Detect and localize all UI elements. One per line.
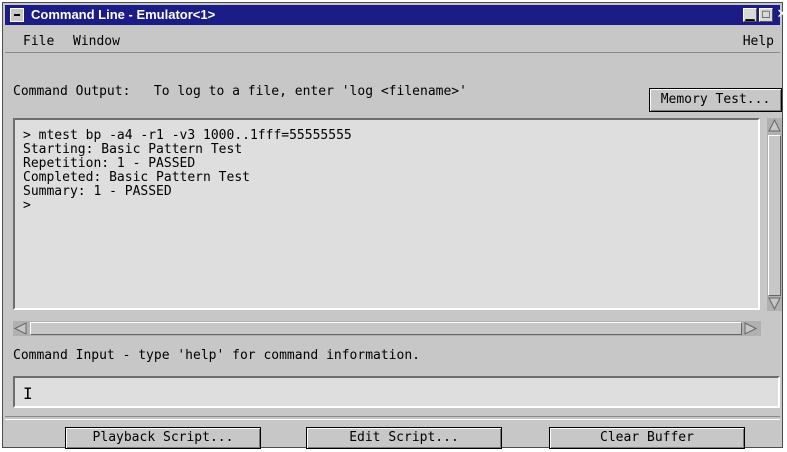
output-line: Summary: 1 - PASSED xyxy=(23,184,172,199)
output-vertical-scrollbar[interactable] xyxy=(767,118,782,311)
title-bar[interactable]: Command Line - Emulator<1> ▁ □ ✕ xyxy=(5,5,787,25)
output-line: > mtest bp -a4 -r1 -v3 1000..1fff=555555… xyxy=(23,128,352,143)
output-line: Completed: Basic Pattern Test xyxy=(23,170,250,185)
edit-script-button[interactable]: Edit Script... xyxy=(306,427,502,449)
horizontal-scroll-thumb[interactable] xyxy=(30,322,742,335)
text-cursor-icon: I xyxy=(23,384,33,403)
command-output-area[interactable]: > mtest bp -a4 -r1 -v3 1000..1fff=555555… xyxy=(13,118,760,310)
menu-window[interactable]: Window xyxy=(73,34,120,49)
scroll-left-arrow-icon[interactable] xyxy=(13,321,28,336)
command-input-field[interactable]: I xyxy=(13,376,780,408)
scroll-right-arrow-icon[interactable] xyxy=(743,321,758,336)
menu-help[interactable]: Help xyxy=(743,34,774,49)
close-icon[interactable]: ✕ xyxy=(775,7,787,22)
playback-script-button[interactable]: Playback Script... xyxy=(65,427,261,449)
window-title: Command Line - Emulator<1> xyxy=(31,7,216,22)
minimize-icon[interactable]: ▁ xyxy=(743,8,757,22)
scroll-up-arrow-icon[interactable] xyxy=(767,118,782,133)
command-line-window: Command Line - Emulator<1> ▁ □ ✕ File Wi… xyxy=(2,2,787,449)
clear-buffer-button[interactable]: Clear Buffer xyxy=(549,427,745,449)
command-output-label: Command Output: To log to a file, enter … xyxy=(13,84,467,99)
menu-bar: File Window Help xyxy=(5,27,780,53)
output-line: Repetition: 1 - PASSED xyxy=(23,156,196,171)
system-menu-icon[interactable] xyxy=(10,8,24,22)
maximize-icon[interactable]: □ xyxy=(759,8,773,22)
output-horizontal-scrollbar[interactable] xyxy=(13,321,761,336)
memory-test-button[interactable]: Memory Test... xyxy=(649,88,782,112)
output-line: Starting: Basic Pattern Test xyxy=(23,142,243,157)
output-line: > xyxy=(23,198,31,213)
menu-file[interactable]: File xyxy=(23,34,54,49)
vertical-scroll-thumb[interactable] xyxy=(768,135,781,296)
scroll-down-arrow-icon[interactable] xyxy=(767,296,782,311)
command-input-label: Command Input - type 'help' for command … xyxy=(13,348,420,363)
separator xyxy=(5,416,780,420)
